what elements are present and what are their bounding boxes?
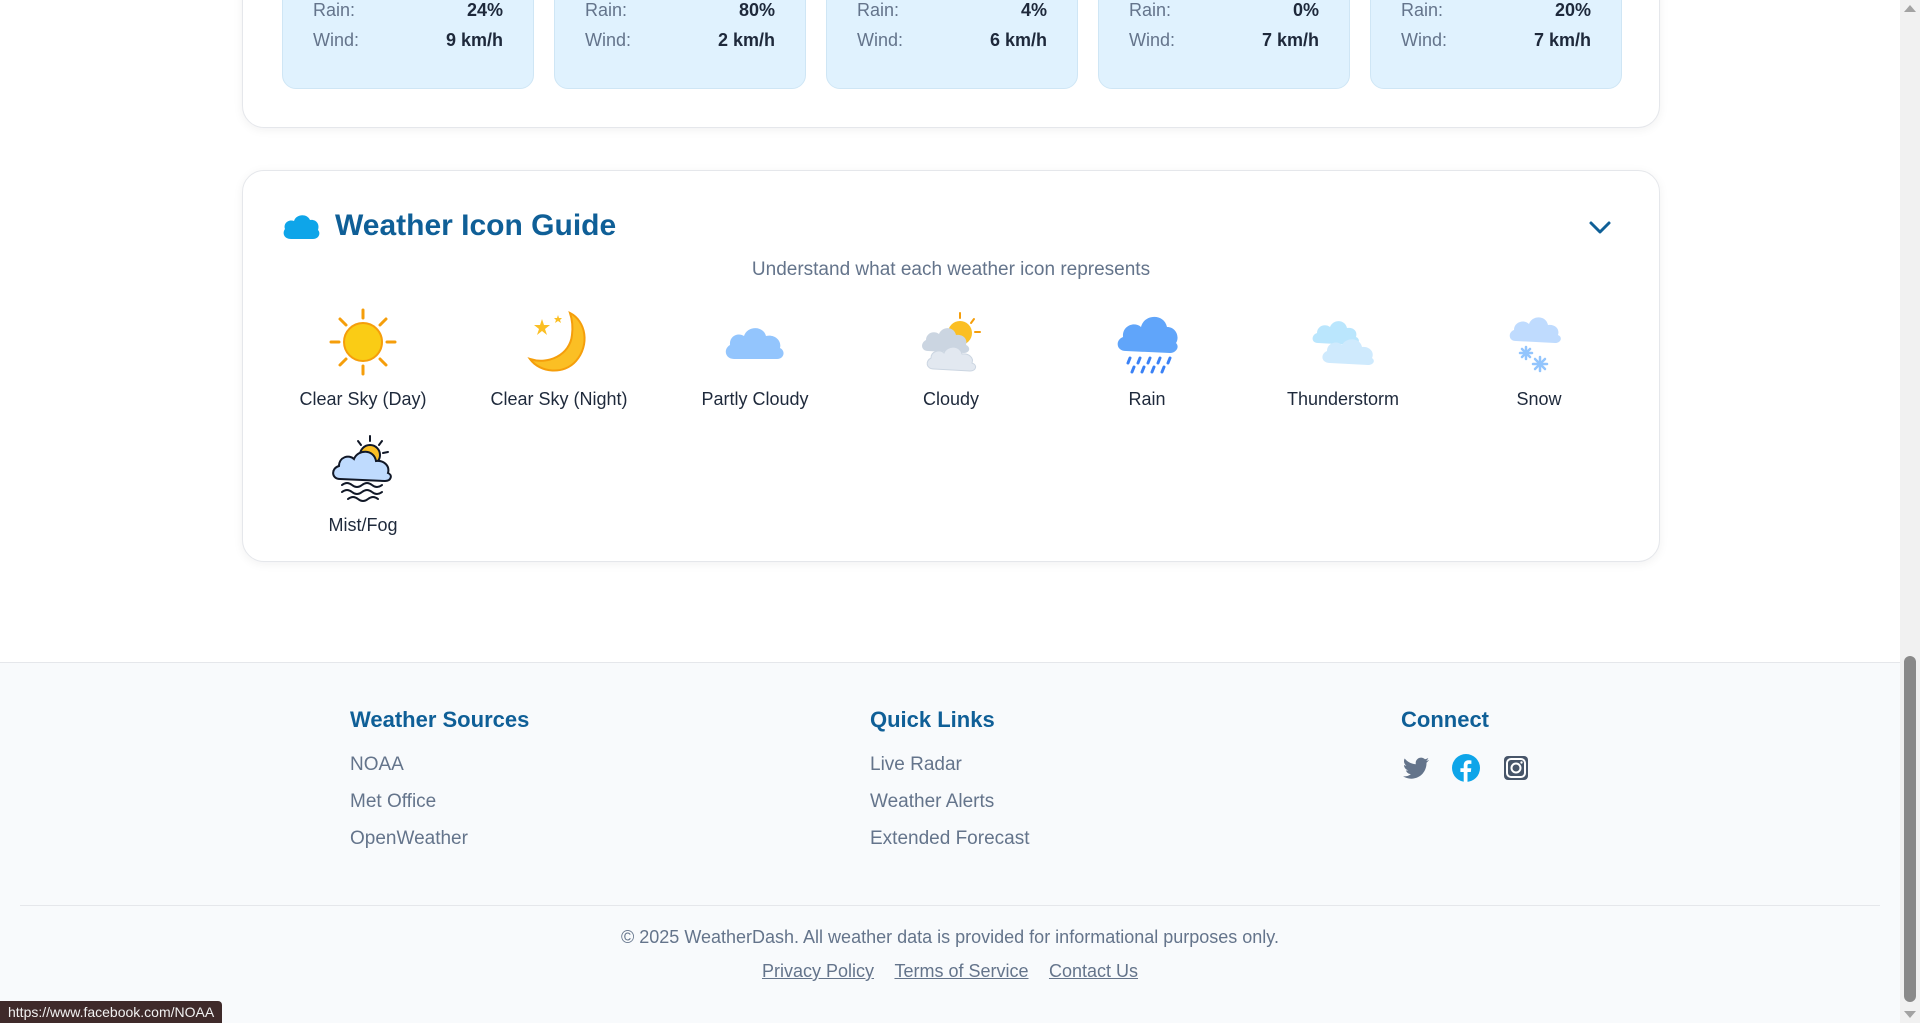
wind-value: 6 km/h [989,30,1047,50]
rain-value: 80% [738,0,775,20]
guide-title: Weather Icon Guide [335,209,617,242]
footer: Weather Sources NOAA Met Office OpenWeat… [0,662,1900,1023]
icon-guide-item: Snow [1441,307,1637,410]
wind-value: 7 km/h [1261,30,1319,50]
storm-clouds-icon [1312,321,1374,365]
collapse-toggle-button[interactable] [1585,213,1615,243]
footer-link-met-office[interactable]: Met Office [350,790,529,813]
icon-label: Rain [1128,389,1166,409]
footer-quick-links: Quick Links Live Radar Weather Alerts Ex… [870,707,1029,864]
forecast-day-card: Rain: 0% Wind: 7 km/h [1098,0,1350,89]
terms-of-service-link[interactable]: Terms of Service [894,961,1028,981]
icon-guide-item: Thunderstorm [1245,307,1441,410]
copyright-text: © 2025 WeatherDash. All weather data is … [621,927,1279,947]
wind-label: Wind: [313,30,360,50]
forecast-day-card: Rain: 20% Wind: 7 km/h [1370,0,1622,89]
icon-guide-item: Rain [1049,307,1245,410]
forecast-day-card: Rain: 80% Wind: 2 km/h [554,0,806,89]
footer-weather-sources: Weather Sources NOAA Met Office OpenWeat… [350,707,529,864]
rain-label: Rain: [857,0,900,20]
icon-label: Clear Sky (Day) [299,389,427,409]
forecast-day-card: Rain: 24% Wind: 9 km/h [282,0,534,89]
wind-label: Wind: [1129,30,1176,50]
social-links [1401,753,1531,783]
scroll-up-arrow-icon[interactable] [1904,5,1916,12]
vertical-scrollbar[interactable] [1900,0,1920,1023]
icon-guide-item: Cloudy [853,307,1049,410]
status-bar-url: https://www.facebook.com/NOAA [0,1001,223,1023]
fog-icon [332,435,392,502]
footer-divider [20,905,1880,906]
footer-link-weather-alerts[interactable]: Weather Alerts [870,790,1029,813]
icon-guide-item: Partly Cloudy [657,307,853,410]
wind-label: Wind: [857,30,904,50]
forecast-card: Rain: 24% Wind: 9 km/h Rain: 80% Wind: 2 km/… [242,0,1660,128]
moon-stars-icon [527,311,586,372]
weather-icon-guide-card: Weather Icon Guide Understand what each … [242,170,1660,562]
footer-link-live-radar[interactable]: Live Radar [870,753,1029,776]
chevron-down-icon [1589,221,1611,234]
footer-link-noaa[interactable]: NOAA [350,753,529,776]
icon-label: Clear Sky (Night) [490,389,628,409]
cloud-icon [725,328,784,359]
footer-link-extended-forecast[interactable]: Extended Forecast [870,827,1029,850]
wind-value: 2 km/h [717,30,775,50]
rain-value: 24% [466,0,503,20]
footer-heading: Connect [1401,707,1489,732]
scroll-down-arrow-icon[interactable] [1904,1011,1916,1018]
icon-guide-item: Mist/Fog [265,433,461,536]
twitter-icon[interactable] [1401,753,1431,783]
sun-behind-clouds-icon [922,312,981,372]
icon-label: Thunderstorm [1286,389,1400,409]
wind-value: 7 km/h [1533,30,1591,50]
instagram-icon[interactable] [1501,753,1531,783]
icon-label: Partly Cloudy [701,389,809,409]
footer-connect: Connect [1401,707,1531,783]
footer-heading: Quick Links [870,707,995,732]
cloud-icon [283,215,320,239]
wind-label: Wind: [1401,30,1448,50]
rain-label: Rain: [1401,0,1444,20]
rain-label: Rain: [313,0,356,20]
guide-subtitle: Understand what each weather icon repres… [751,259,1151,280]
icon-guide-item: Clear Sky (Day) [265,307,461,410]
scrollbar-thumb[interactable] [1904,656,1916,1002]
rain-value: 20% [1554,0,1591,20]
footer-link-openweather[interactable]: OpenWeather [350,827,529,850]
privacy-policy-link[interactable]: Privacy Policy [762,961,874,981]
icon-guide-item: Clear Sky (Night) [461,307,657,410]
icon-label: Cloudy [922,389,980,409]
icon-label: Mist/Fog [328,515,398,535]
footer-heading: Weather Sources [350,707,530,732]
legal-links: Privacy Policy Terms of Service Contact … [0,961,1900,982]
icon-label: Snow [1516,389,1562,409]
rain-cloud-icon [1117,316,1178,374]
page: Rain: 24% Wind: 9 km/h Rain: 80% Wind: 2 km/… [0,0,1900,1023]
rain-label: Rain: [1129,0,1172,20]
rain-value: 4% [1020,0,1047,20]
rain-label: Rain: [585,0,628,20]
wind-value: 9 km/h [445,30,503,50]
snow-cloud-icon [1509,317,1561,373]
wind-label: Wind: [585,30,632,50]
sun-icon [329,308,397,376]
forecast-day-card: Rain: 4% Wind: 6 km/h [826,0,1078,89]
rain-value: 0% [1292,0,1319,20]
facebook-icon[interactable] [1451,753,1481,783]
contact-us-link[interactable]: Contact Us [1049,961,1138,981]
